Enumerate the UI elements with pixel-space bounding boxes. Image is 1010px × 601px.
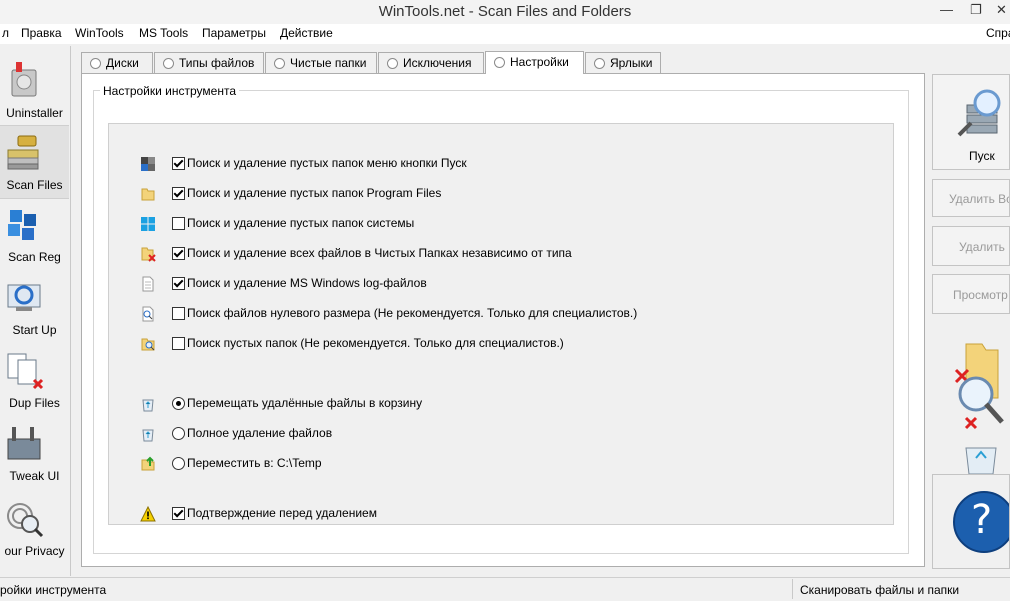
menu-ms-tools[interactable]: MS Tools	[139, 26, 188, 40]
settings-group-title: Настройки инструмента	[100, 84, 239, 98]
file-search-icon	[142, 306, 154, 322]
close-button[interactable]: ✕	[996, 2, 1007, 18]
status-separator	[792, 579, 793, 599]
option-label: Поиск пустых папок (Не рекомендуется. То…	[187, 336, 564, 350]
delete-files-illustration-icon	[954, 343, 1004, 475]
option-label: Полное удаление файлов	[187, 426, 333, 440]
sidebar-item-tweak-ui[interactable]: Tweak UI	[0, 417, 69, 489]
option-label: Переместить в: C:\Temp	[187, 456, 322, 470]
folder-icon	[141, 188, 155, 201]
sidebar-item-label: Dup Files	[9, 396, 60, 410]
sidebar-item-uninstaller[interactable]: Uninstaller	[0, 54, 69, 126]
sidebar-item-label: our Privacy	[4, 544, 65, 558]
tab-label: Чистые папки	[290, 56, 367, 70]
tab-radio-icon	[494, 57, 505, 68]
folder-delete-icon	[141, 247, 156, 262]
tab-radio-icon	[90, 58, 101, 69]
start-button-label: Пуск	[969, 149, 995, 163]
uninstaller-icon	[11, 62, 37, 97]
privacy-icon	[7, 503, 44, 538]
tab-radio-icon	[387, 58, 398, 69]
scan-reg-icon	[8, 210, 36, 240]
document-icon	[142, 276, 154, 292]
checkbox-system[interactable]	[172, 217, 185, 230]
tab-radio-icon	[274, 58, 285, 69]
sidebar-item-dup-files[interactable]: Dup Files	[0, 344, 69, 416]
tab-label: Типы файлов	[179, 56, 255, 70]
start-button[interactable]: Пуск	[932, 74, 1010, 170]
checkbox-start-menu[interactable]	[172, 157, 185, 170]
checkbox-empty-folders[interactable]	[172, 337, 185, 350]
tab-radio-icon	[594, 58, 605, 69]
tweak-ui-icon	[7, 427, 41, 460]
option-label: Подтверждение перед удалением	[187, 506, 377, 520]
option-label: Поиск и удаление всех файлов в Чистых Па…	[187, 246, 572, 260]
sidebar-item-label: Scan Reg	[8, 250, 61, 264]
sidebar-item-label: Start Up	[12, 323, 57, 337]
restore-button[interactable]: ❐	[970, 2, 982, 18]
status-text-right: Сканировать файлы и папки	[800, 583, 960, 597]
startup-icon	[7, 284, 41, 311]
sidebar-item-label: Uninstaller	[6, 106, 63, 120]
tab-shortcuts[interactable]: Ярлыки	[585, 52, 661, 73]
sidebar-item-label: Tweak UI	[9, 469, 60, 483]
delete-button[interactable]: Удалить	[932, 226, 1010, 266]
recycle-bin-icon	[142, 429, 154, 442]
folder-search-icon	[141, 338, 155, 351]
radio-full-delete[interactable]	[172, 427, 185, 440]
scan-drives-icon	[957, 89, 1001, 137]
option-label: Поиск и удаление пустых папок системы	[187, 216, 415, 230]
checkbox-zero-size[interactable]	[172, 307, 185, 320]
checkbox-confirm[interactable]	[172, 507, 185, 520]
view-button[interactable]: Просмотр	[932, 274, 1010, 314]
checkbox-clean-folders[interactable]	[172, 247, 185, 260]
option-label: Поиск и удаление MS Windows log-файлов	[187, 276, 427, 290]
warning-icon	[140, 506, 156, 522]
option-label: Поиск и удаление пустых папок меню кнопк…	[187, 156, 467, 170]
tab-exclusions[interactable]: Исключения	[378, 52, 484, 73]
checkbox-program-files[interactable]	[172, 187, 185, 200]
tab-label: Ярлыки	[610, 56, 653, 70]
tab-file-types[interactable]: Типы файлов	[154, 52, 264, 73]
window-title: WinTools.net - Scan Files and Folders	[378, 3, 632, 20]
sidebar-item-scan-reg[interactable]: Scan Reg	[0, 198, 69, 270]
option-label: Поиск и удаление пустых папок Program Fi…	[187, 186, 442, 200]
minimize-button[interactable]: —	[940, 2, 953, 17]
sidebar-item-privacy[interactable]: our Privacy	[0, 492, 69, 564]
radio-move-to-recycle[interactable]	[172, 397, 185, 410]
menu-wintools[interactable]: WinTools	[75, 26, 124, 40]
tab-label: Настройки	[510, 55, 569, 69]
start-menu-icon	[141, 157, 155, 171]
dup-files-icon	[7, 353, 44, 390]
move-folder-icon	[141, 456, 155, 471]
sidebar-item-scan-files[interactable]: Scan Files	[0, 125, 69, 199]
option-label: Перемещать удалённые файлы в корзину	[187, 396, 423, 410]
sidebar-item-label: Scan Files	[6, 178, 63, 192]
scan-files-icon	[7, 135, 39, 170]
menu-file[interactable]: л	[2, 26, 9, 40]
menu-help[interactable]: Спра	[986, 26, 1010, 40]
tab-radio-icon	[163, 58, 174, 69]
tab-disks[interactable]: Диски	[81, 52, 153, 73]
tab-label: Диски	[106, 56, 139, 70]
recycle-bin-icon	[142, 399, 154, 412]
tab-label: Исключения	[403, 56, 472, 70]
radio-move-to[interactable]	[172, 457, 185, 470]
status-text-left: ройки инструмента	[0, 583, 107, 597]
menu-edit[interactable]: Правка	[21, 26, 62, 40]
help-glyph: ?	[971, 497, 993, 543]
menu-action[interactable]: Действие	[280, 26, 333, 40]
option-label: Поиск файлов нулевого размера (Не рекоме…	[187, 306, 638, 320]
help-button[interactable]: ?	[932, 474, 1010, 569]
tab-clean-folders[interactable]: Чистые папки	[265, 52, 377, 73]
sidebar-item-start-up[interactable]: Start Up	[0, 271, 69, 343]
tab-settings[interactable]: Настройки	[485, 51, 584, 74]
windows-logo-icon	[141, 217, 155, 231]
menu-parameters[interactable]: Параметры	[202, 26, 266, 40]
delete-all-button[interactable]: Удалить Вс	[932, 179, 1010, 217]
checkbox-log-files[interactable]	[172, 277, 185, 290]
